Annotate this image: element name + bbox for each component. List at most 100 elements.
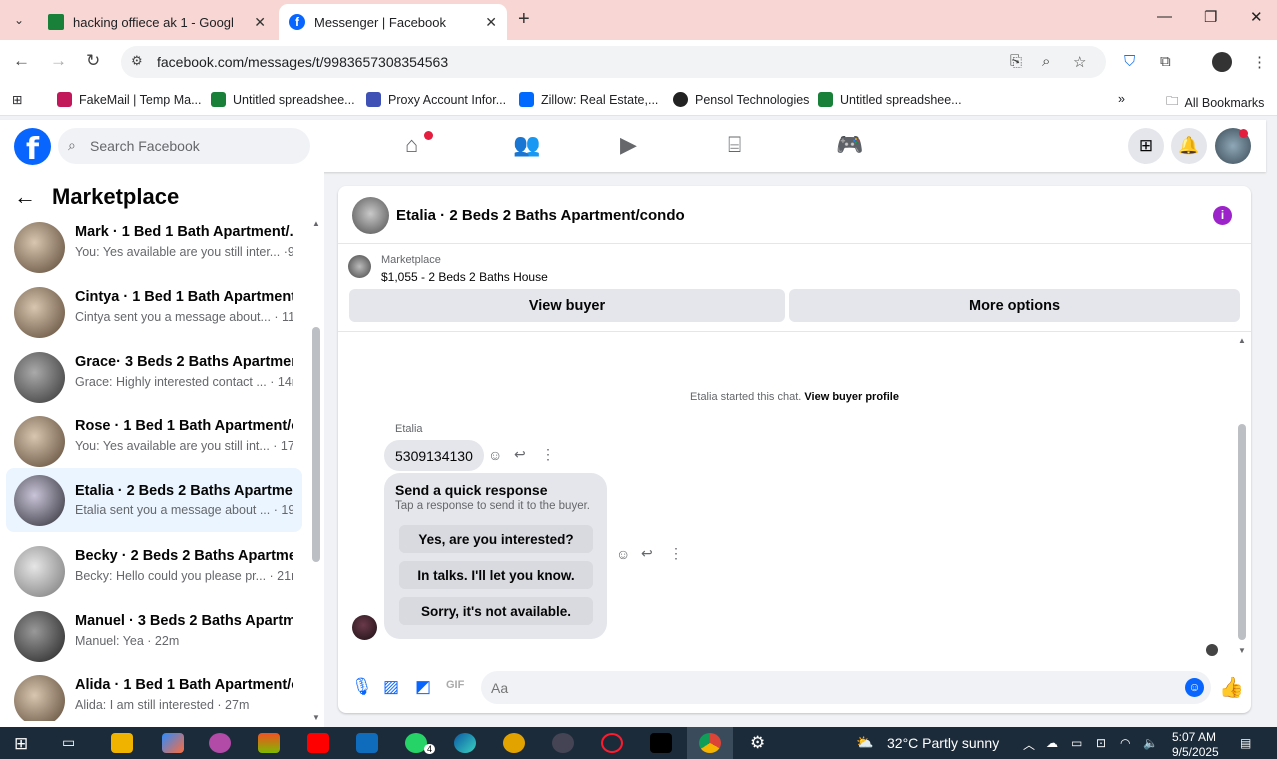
- reply-icon[interactable]: ↩: [514, 446, 526, 463]
- react-emoji-icon[interactable]: ☺: [616, 546, 630, 562]
- windows-start-icon[interactable]: ⊞: [14, 734, 28, 754]
- notification-center-icon[interactable]: ▤: [1240, 736, 1251, 750]
- chat-title[interactable]: Etalia · 2 Beds 2 Baths Apartment/condo: [396, 207, 685, 224]
- more-actions-icon[interactable]: ⋮: [541, 446, 555, 463]
- chat-scrollbar[interactable]: [1238, 424, 1246, 640]
- address-bar[interactable]: ⚙ facebook.com/messages/t/99836573083545…: [121, 46, 1106, 78]
- bookmark-item[interactable]: Zillow: Real Estate,...: [519, 92, 658, 107]
- search-facebook-input[interactable]: ⌕ Search Facebook: [58, 128, 310, 164]
- view-buyer-profile-link[interactable]: View buyer profile: [804, 391, 899, 403]
- conversation-item[interactable]: Mark · 1 Bed 1 Bath Apartment/... You: Y…: [6, 216, 302, 279]
- settings-gear-icon[interactable]: ⚙: [750, 733, 765, 753]
- conversation-item[interactable]: Rose · 1 Bed 1 Bath Apartment/c... You: …: [6, 410, 302, 473]
- install-app-icon[interactable]: ⎘: [1010, 53, 1022, 70]
- app-icon[interactable]: [209, 733, 231, 753]
- reply-icon[interactable]: ↩: [641, 545, 653, 562]
- wifi-icon[interactable]: ◠: [1120, 736, 1130, 750]
- opera-icon[interactable]: [601, 733, 623, 753]
- gaming-icon[interactable]: 🎮: [836, 132, 863, 158]
- back-arrow-icon[interactable]: ←: [14, 184, 36, 210]
- bookmark-item[interactable]: Untitled spreadshee...: [211, 92, 355, 107]
- zoom-icon[interactable]: ⌕: [1042, 53, 1050, 70]
- file-explorer-icon[interactable]: [111, 733, 133, 753]
- all-bookmarks[interactable]: 🗀 All Bookmarks: [1166, 92, 1264, 113]
- message-bubble[interactable]: 5309134130: [384, 440, 484, 471]
- message-input[interactable]: [481, 671, 1211, 704]
- reload-icon[interactable]: ↻: [86, 51, 100, 71]
- close-tab-icon[interactable]: ✕: [254, 14, 266, 31]
- quick-response-option[interactable]: Yes, are you interested?: [399, 525, 593, 553]
- volume-icon[interactable]: 🔈: [1143, 736, 1158, 750]
- bookmark-star-icon[interactable]: ☆: [1073, 53, 1086, 71]
- apps-grid-icon[interactable]: ⊞: [12, 92, 22, 107]
- conversation-item[interactable]: Cintya · 1 Bed 1 Bath Apartment... Cinty…: [6, 281, 302, 344]
- menu-grid-icon[interactable]: ⊞: [1128, 128, 1164, 164]
- friends-icon[interactable]: 👥: [513, 132, 540, 158]
- bookmark-item[interactable]: Untitled spreadshee...: [818, 92, 962, 107]
- listing-price[interactable]: $1,055 - 2 Beds 2 Baths House: [381, 270, 548, 284]
- weather-icon[interactable]: ⛅: [856, 734, 873, 751]
- video-icon[interactable]: ▶: [620, 132, 637, 158]
- react-emoji-icon[interactable]: ☺: [488, 447, 502, 463]
- extension-shield-icon[interactable]: ⛉: [1124, 53, 1135, 70]
- minimize-icon[interactable]: —: [1157, 8, 1172, 25]
- emoji-icon[interactable]: ☺: [1185, 678, 1204, 697]
- scroll-down-arrow-icon[interactable]: ▼: [1238, 646, 1246, 655]
- chrome-icon[interactable]: [699, 733, 721, 753]
- quick-response-option[interactable]: In talks. I'll let you know.: [399, 561, 593, 589]
- listing-thumbnail[interactable]: [348, 255, 371, 278]
- tab-google-sheets[interactable]: hacking offiece ak 1 - Google S ✕: [38, 4, 276, 40]
- task-view-icon[interactable]: ▭: [62, 734, 75, 751]
- close-tab-icon[interactable]: ✕: [485, 14, 497, 31]
- gif-icon[interactable]: GIF: [446, 679, 464, 691]
- bookmark-item[interactable]: Pensol Technologies: [673, 92, 809, 107]
- clock-time[interactable]: 5:07 AM: [1172, 730, 1216, 744]
- outlook-icon[interactable]: [356, 733, 378, 753]
- battery-icon[interactable]: ▭: [1071, 736, 1082, 750]
- chrome-menu-icon[interactable]: ⋮: [1252, 53, 1267, 71]
- bookmark-item[interactable]: FakeMail | Temp Ma...: [57, 92, 202, 107]
- youtube-icon[interactable]: [307, 733, 329, 753]
- more-bookmarks-chevron-icon[interactable]: »: [1118, 92, 1125, 106]
- window-close-icon[interactable]: ✕: [1250, 8, 1263, 26]
- url-text[interactable]: facebook.com/messages/t/9983657308354563: [157, 54, 448, 70]
- scroll-up-arrow-icon[interactable]: ▲: [312, 219, 320, 228]
- back-arrow-icon[interactable]: ←: [13, 51, 30, 71]
- sticker-icon[interactable]: ◩: [415, 677, 431, 697]
- quick-response-option[interactable]: Sorry, it's not available.: [399, 597, 593, 625]
- chat-avatar[interactable]: [352, 197, 389, 234]
- info-icon[interactable]: i: [1213, 206, 1232, 225]
- scroll-up-arrow-icon[interactable]: ▲: [1238, 336, 1246, 345]
- conversation-item[interactable]: Grace· 3 Beds 2 Baths Apartmen... Grace:…: [6, 346, 302, 409]
- device-icon[interactable]: ⊡: [1096, 736, 1106, 750]
- scroll-down-arrow-icon[interactable]: ▼: [312, 713, 320, 722]
- app-icon[interactable]: [552, 733, 574, 753]
- bookmark-item[interactable]: Proxy Account Infor...: [366, 92, 506, 107]
- medal-icon[interactable]: [503, 733, 525, 753]
- more-actions-icon[interactable]: ⋮: [669, 545, 683, 562]
- view-buyer-button[interactable]: View buyer: [349, 289, 785, 322]
- tab-messenger[interactable]: f Messenger | Facebook ✕: [279, 4, 507, 40]
- extensions-puzzle-icon[interactable]: ⧉: [1160, 53, 1171, 70]
- weather-text[interactable]: 32°C Partly sunny: [887, 735, 999, 751]
- show-hidden-icons-chevron-icon[interactable]: ︿: [1023, 736, 1035, 753]
- copilot-icon[interactable]: [162, 733, 184, 753]
- notifications-bell-icon[interactable]: 🔔: [1171, 128, 1207, 164]
- marketplace-icon[interactable]: ⌸: [728, 132, 741, 158]
- tab-search-chevron-icon[interactable]: ⌄: [6, 8, 32, 32]
- profile-avatar[interactable]: [1212, 52, 1232, 72]
- onedrive-icon[interactable]: ☁: [1046, 736, 1058, 750]
- photo-icon[interactable]: ▨: [383, 677, 399, 697]
- conversation-item[interactable]: Manuel · 3 Beds 2 Baths Apartm... Manuel…: [6, 605, 302, 668]
- clock-date[interactable]: 9/5/2025: [1172, 745, 1219, 759]
- conversation-item[interactable]: Becky · 2 Beds 2 Baths Apartme... Becky:…: [6, 540, 302, 603]
- tiktok-icon[interactable]: [650, 733, 672, 753]
- more-options-button[interactable]: More options: [789, 289, 1240, 322]
- forward-arrow-icon[interactable]: →: [50, 51, 67, 71]
- restore-icon[interactable]: ❐: [1204, 8, 1217, 26]
- microphone-icon[interactable]: 🎙: [351, 677, 373, 697]
- thumbs-up-like-icon[interactable]: 👍: [1219, 675, 1244, 700]
- new-tab-plus-icon[interactable]: +: [518, 8, 530, 31]
- conversation-item-selected[interactable]: Etalia · 2 Beds 2 Baths Apartme... Etali…: [6, 468, 302, 532]
- sidebar-scrollbar[interactable]: [312, 327, 320, 562]
